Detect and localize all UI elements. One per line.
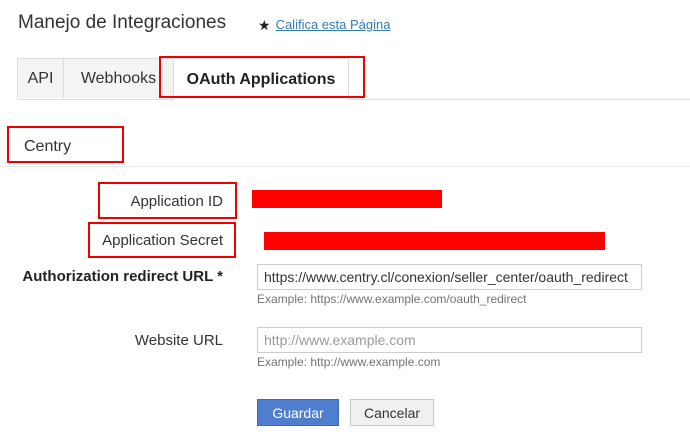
star-icon: ★ bbox=[258, 16, 271, 33]
section-divider bbox=[0, 166, 690, 167]
website-url-help: Example: http://www.example.com bbox=[257, 355, 441, 369]
page-title: Manejo de Integraciones bbox=[18, 12, 227, 33]
website-url-label: Website URL bbox=[134, 332, 223, 349]
rate-page-link[interactable]: Califica esta Página bbox=[276, 17, 391, 32]
application-name: Centry bbox=[24, 138, 72, 155]
tab-api[interactable]: API bbox=[17, 58, 64, 98]
redirect-url-help: Example: https://www.example.com/oauth_r… bbox=[257, 292, 527, 306]
application-id-label: Application ID bbox=[130, 193, 223, 210]
rate-page: ★ Califica esta Página bbox=[258, 17, 390, 32]
website-url-input[interactable] bbox=[257, 327, 642, 353]
cancel-button[interactable]: Cancelar bbox=[350, 399, 434, 426]
tab-oauth-applications[interactable]: OAuth Applications bbox=[173, 58, 349, 100]
redirect-url-label: Authorization redirect URL * bbox=[22, 268, 223, 285]
application-secret-redacted bbox=[264, 232, 605, 250]
tab-bar: API Webhooks OAuth Applications bbox=[17, 58, 690, 100]
tab-webhooks[interactable]: Webhooks bbox=[63, 58, 174, 98]
save-button[interactable]: Guardar bbox=[257, 399, 339, 426]
redirect-url-input[interactable] bbox=[257, 264, 642, 290]
application-id-redacted bbox=[252, 190, 442, 208]
application-secret-label: Application Secret bbox=[102, 232, 223, 249]
